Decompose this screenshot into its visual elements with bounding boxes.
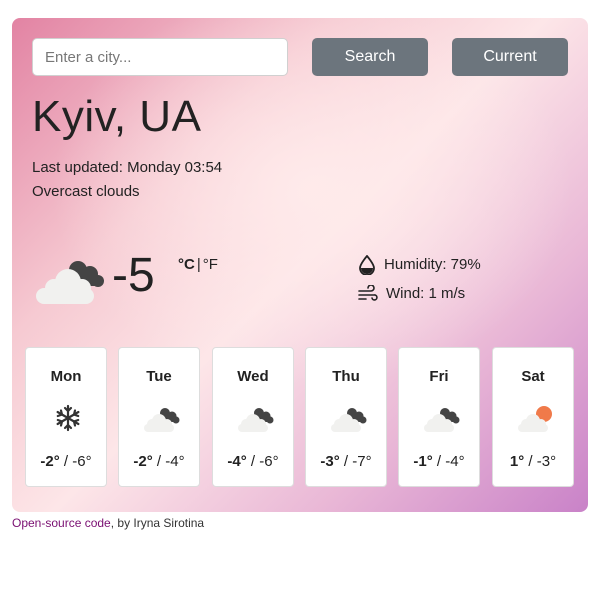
footer: Open-source code, by Iryna Sirotina	[12, 516, 204, 530]
forecast-low: -6°	[259, 453, 279, 470]
forecast-day-name: Thu	[332, 368, 360, 385]
forecast-temps: -2° / -6°	[40, 453, 92, 470]
weather-description: Overcast clouds	[32, 183, 140, 200]
forecast-day-name: Fri	[429, 368, 449, 385]
forecast-temps: -2° / -4°	[133, 453, 185, 470]
wind-icon	[358, 284, 378, 301]
wind-text: Wind: 1 m/s	[386, 285, 466, 302]
open-source-link[interactable]: Open-source code	[12, 516, 111, 530]
forecast-temps: -1° / -4°	[413, 453, 465, 470]
search-button[interactable]: Search	[312, 38, 428, 76]
forecast-day-name: Sat	[521, 368, 545, 385]
forecast-low: -6°	[72, 453, 92, 470]
unit-separator: |	[196, 256, 201, 273]
current-weather: -5 °C | °F	[32, 246, 332, 310]
city-search-input[interactable]	[32, 38, 288, 76]
last-updated: Last updated: Monday 03:54	[32, 159, 223, 176]
forecast-day-wed: Wed -4° / -6°	[212, 347, 294, 487]
fahrenheit-link[interactable]: °F	[203, 256, 218, 273]
forecast-day-mon: Mon -2° / -6°	[25, 347, 107, 487]
sun-behind-cloud-icon	[518, 406, 552, 432]
snowflake-icon	[56, 404, 80, 432]
forecast-day-sat: Sat 1° / -3°	[492, 347, 574, 487]
current-temperature: -5	[112, 249, 155, 302]
humidity-icon	[359, 254, 375, 275]
forecast-day-fri: Fri -1° / -4°	[398, 347, 480, 487]
forecast-low: -4°	[165, 453, 185, 470]
forecast-high: -2°	[133, 453, 153, 470]
broken-clouds-icon	[331, 408, 367, 432]
city-name: Kyiv, UA	[32, 92, 202, 141]
search-form: Search Current	[32, 38, 568, 76]
weather-meta: Last updated: Monday 03:54 Overcast clou…	[32, 156, 222, 204]
forecast-temps: -4° / -6°	[227, 453, 279, 470]
unit-toggle: °C | °F	[178, 256, 218, 273]
humidity-text: Humidity: 79%	[384, 256, 481, 273]
forecast-day-name: Mon	[50, 368, 82, 385]
forecast-high: -3°	[320, 453, 340, 470]
forecast-high: -1°	[413, 453, 433, 470]
current-location-button[interactable]: Current	[452, 38, 568, 76]
broken-clouds-icon	[238, 408, 274, 432]
forecast-list: Mon -2° / -6° Tue -2° / -4° Wed -4° / -6…	[25, 347, 575, 487]
celsius-link[interactable]: °C	[178, 256, 195, 273]
broken-clouds-icon	[144, 408, 180, 432]
forecast-low: -7°	[352, 453, 372, 470]
forecast-low: -3°	[536, 453, 557, 470]
forecast-temps: -3° / -7°	[320, 453, 372, 470]
forecast-high: -4°	[227, 453, 247, 470]
forecast-low: -4°	[445, 453, 465, 470]
broken-clouds-icon	[424, 408, 460, 432]
forecast-day-thu: Thu -3° / -7°	[305, 347, 387, 487]
weather-app: Search Current Kyiv, UA Last updated: Mo…	[12, 18, 588, 512]
forecast-high: 1°	[509, 453, 525, 470]
overcast-clouds-icon	[36, 261, 104, 304]
forecast-high: -2°	[40, 453, 60, 470]
forecast-day-tue: Tue -2° / -4°	[118, 347, 200, 487]
wind-row: Wind: 1 m/s	[358, 279, 578, 308]
forecast-day-name: Tue	[146, 368, 172, 385]
forecast-day-name: Wed	[237, 368, 269, 385]
weather-details: Humidity: 79% Wind: 1 m/s	[358, 250, 578, 308]
author-credit: , by Iryna Sirotina	[110, 516, 205, 530]
forecast-temps: 1° / -3°	[509, 453, 557, 470]
humidity-row: Humidity: 79%	[358, 250, 578, 279]
